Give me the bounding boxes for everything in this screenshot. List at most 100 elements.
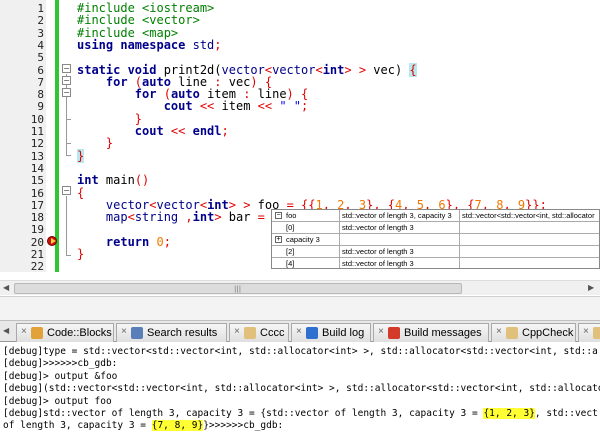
code-token: <<	[199, 99, 222, 114]
close-icon[interactable]: ×	[496, 326, 504, 338]
close-icon[interactable]: ×	[121, 326, 129, 338]
column-divider	[339, 234, 340, 246]
line-number: 21	[30, 248, 44, 261]
fold-toggle-for-line[interactable]: −	[62, 76, 71, 85]
line-number: 1	[37, 2, 44, 15]
close-icon[interactable]: ×	[234, 326, 242, 338]
log-text: [debug]type = std::vector<std::vector<in…	[3, 346, 598, 357]
scroll-right-icon[interactable]: ▶	[588, 283, 594, 292]
log-text: [debug]> output foo	[3, 395, 112, 407]
watch-row[interactable]: [0] std::vector of length 3	[272, 222, 599, 234]
line-number: 10	[30, 112, 44, 126]
column-divider	[339, 246, 340, 258]
code-token: ()	[134, 173, 150, 188]
close-icon[interactable]: ×	[378, 326, 386, 338]
tab-build-messages[interactable]: × Build messages	[373, 323, 489, 342]
tab-cccc[interactable]: × Cccc	[229, 323, 289, 342]
horizontal-scrollbar[interactable]: ◀ ||| ▶	[0, 280, 600, 295]
document-icon	[244, 327, 256, 339]
code-line[interactable]: for (auto item : line) {	[77, 88, 308, 100]
watch-row[interactable]: [4] std::vector of length 3	[272, 258, 599, 268]
code-editor[interactable]: 1 2 3 4 5 6 7 8 9 10 11 12 13 14 15 16 17 18 19 20 21 22 #inc…	[0, 0, 600, 296]
watch-name: capacity 3	[286, 235, 320, 244]
code-line[interactable]: int main()	[77, 174, 149, 186]
collapse-icon[interactable]: −	[275, 212, 282, 219]
line-number: 20	[30, 235, 44, 249]
code-line[interactable]: }	[77, 248, 84, 260]
code-token: endl	[192, 124, 222, 138]
code-line[interactable]: map<string ,int> bar = {	[77, 211, 279, 223]
code-token: int	[322, 62, 345, 77]
line-number: 15	[30, 174, 44, 188]
close-icon[interactable]: ×	[583, 326, 591, 338]
line-number: 6	[37, 63, 44, 77]
tab-search-results[interactable]: × Search results	[116, 323, 227, 342]
close-icon[interactable]: ×	[296, 326, 304, 338]
fold-toggle-print2d[interactable]: −	[62, 64, 71, 73]
watch-tooltip[interactable]: − foo std::vector of length 3, capacity 3s…	[271, 209, 600, 269]
code-line[interactable]: for (auto line : vec) {	[77, 76, 272, 88]
watch-name: [0]	[286, 223, 295, 232]
expand-icon[interactable]: +	[275, 236, 282, 243]
watch-name: foo	[286, 211, 297, 220]
line-number: 13	[30, 149, 44, 163]
grip-icon: |||	[234, 285, 242, 293]
code-token: return	[77, 234, 157, 249]
code-line[interactable]: }	[77, 137, 113, 149]
column-divider	[339, 222, 340, 234]
log-text: [debug]> output &foo	[3, 370, 118, 382]
code-line[interactable]: }	[77, 113, 142, 125]
watch-row[interactable]: + capacity 3	[272, 234, 599, 246]
tab-label: Search results	[147, 327, 218, 339]
code-token: {	[409, 62, 417, 77]
code-token: <<	[257, 99, 280, 114]
debugger-log[interactable]: [debug]type = std::vector<std::vector<in…	[0, 343, 600, 438]
line-number: 17	[30, 198, 44, 212]
splitter[interactable]	[0, 296, 600, 320]
watch-row[interactable]: [2] std::vector of length 3	[272, 246, 599, 258]
scroll-left-icon[interactable]: ◀	[3, 283, 9, 292]
current-line-arrow-icon	[51, 238, 56, 244]
log-line: [debug](std::vector<std::vector<int, std…	[3, 383, 600, 395]
fold-end	[66, 119, 71, 120]
tab-build-log[interactable]: × Build log	[291, 323, 371, 342]
fold-toggle-main[interactable]: −	[62, 186, 71, 195]
code-line[interactable]: using namespace std;	[77, 39, 222, 51]
code-line[interactable]: cout << item << " ";	[77, 99, 309, 114]
fold-toggle-for-item[interactable]: −	[62, 88, 71, 97]
code-token: std	[192, 37, 215, 52]
code-line[interactable]: }	[77, 148, 85, 163]
line-number: 5	[37, 51, 44, 65]
tab-code-blocks[interactable]: × Code::Blocks	[16, 323, 114, 342]
code-line[interactable]: #include <vector>	[77, 14, 200, 26]
watch-name: [4]	[286, 259, 295, 268]
code-line[interactable]: #include <map>	[77, 27, 178, 39]
fold-end	[66, 143, 71, 144]
line-number-gutter[interactable]: 1 2 3 4 5 6 7 8 9 10 11 12 13 14 15 16 17 18 19 20 21 22	[0, 0, 46, 273]
code-token: map	[77, 210, 128, 225]
close-icon[interactable]: ×	[21, 326, 29, 338]
code-line[interactable]: cout << endl;	[77, 125, 229, 137]
tabs-scroll-left-icon[interactable]: ◀	[3, 326, 9, 335]
code-line[interactable]: return 0;	[77, 236, 171, 248]
code-token: ,	[185, 210, 193, 225]
code-token: }	[77, 148, 85, 163]
column-divider	[459, 234, 460, 246]
fold-end	[66, 155, 71, 156]
column-divider	[459, 258, 460, 268]
line-number: 9	[37, 100, 44, 114]
tab-c[interactable]: ×C	[578, 323, 600, 342]
code-token: bar	[228, 210, 258, 225]
code-line[interactable]: {	[77, 187, 84, 199]
line-number: 3	[37, 26, 44, 40]
watch-row[interactable]: − foo std::vector of length 3, capacity 3 s…	[272, 210, 599, 222]
tab-cppcheck[interactable]: × CppCheck	[491, 323, 576, 342]
build-messages-icon	[388, 327, 400, 339]
code-token: using namespace	[77, 37, 193, 52]
code-line[interactable]: #include <iostream>	[77, 2, 214, 14]
code-token: ;	[221, 124, 229, 138]
code-line[interactable]: static void print2d(vector<vector<int> >…	[77, 62, 417, 77]
watch-name: [2]	[286, 247, 295, 256]
codeblocks-icon	[31, 327, 43, 339]
line-number: 11	[30, 125, 44, 138]
